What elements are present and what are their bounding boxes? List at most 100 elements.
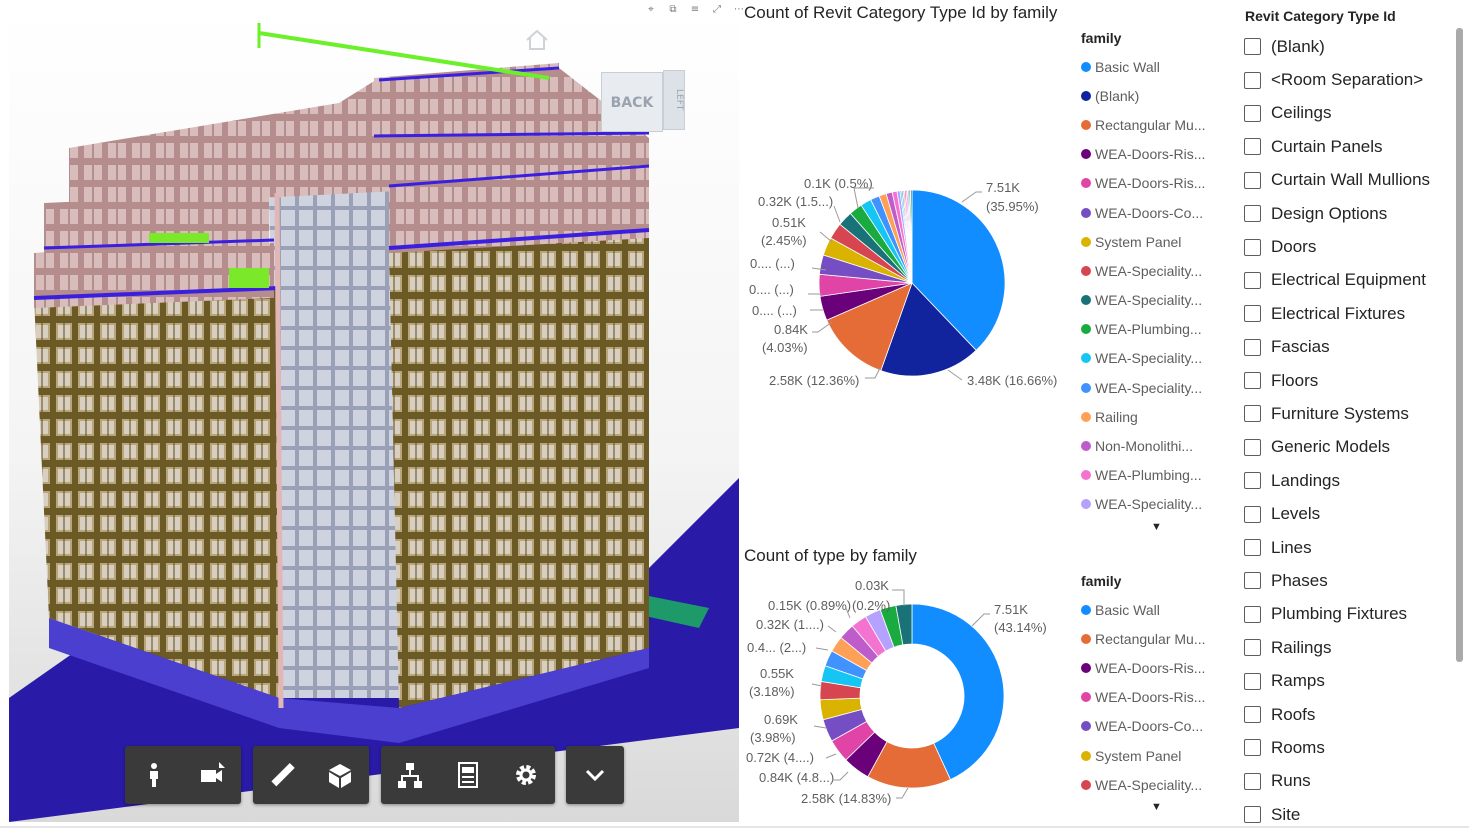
copy-icon[interactable]: ⧉ (664, 2, 682, 18)
pie-legend-item[interactable]: WEA-Plumbing... (1081, 315, 1206, 344)
slicer-checkbox[interactable] (1244, 38, 1261, 56)
slicer-item[interactable]: Generic Models (1240, 431, 1465, 464)
slicer-item[interactable]: Ramps (1240, 664, 1465, 697)
pie-legend-item[interactable]: Railing (1081, 402, 1206, 431)
pie-legend-item[interactable]: Basic Wall (1081, 52, 1206, 81)
view-cube-back-face[interactable]: BACK (601, 72, 663, 132)
measure-button[interactable] (256, 749, 308, 801)
pie-legend-item[interactable]: WEA-Doors-Co... (1081, 198, 1206, 227)
slicer-item[interactable]: Curtain Panels (1240, 130, 1465, 163)
pin-icon[interactable]: ⌖ (642, 2, 660, 18)
pie-legend-dot (1081, 265, 1091, 276)
measure-toolbar-group (253, 746, 369, 804)
slicer-item[interactable]: Runs (1240, 765, 1465, 798)
slicer-checkbox[interactable] (1244, 138, 1261, 156)
slicer-item[interactable]: (Blank) (1240, 30, 1465, 63)
settings-button[interactable] (500, 749, 552, 801)
slicer-item[interactable]: Lines (1240, 531, 1465, 564)
view-cube[interactable]: BACK LEFT (601, 70, 689, 150)
donut-legend-item[interactable]: WEA-Doors-Co... (1081, 712, 1206, 741)
pie-legend-item[interactable]: (Blank) (1081, 81, 1206, 110)
settings-icon (516, 765, 536, 785)
slicer-item[interactable]: Design Options (1240, 197, 1465, 230)
section-box-button[interactable] (314, 749, 366, 801)
slicer-checkbox[interactable] (1244, 71, 1261, 89)
slicer-checkbox[interactable] (1244, 605, 1261, 623)
donut-legend-item[interactable]: WEA-Doors-Ris... (1081, 653, 1206, 682)
slicer-checkbox[interactable] (1244, 806, 1261, 824)
donut-legend-item[interactable]: WEA-Speciality... (1081, 770, 1206, 799)
donut-legend-scroll-down-icon[interactable]: ▼ (1151, 801, 1206, 813)
pie-legend-item[interactable]: WEA-Speciality... (1081, 490, 1206, 519)
model-viewer[interactable]: BACK LEFT (9, 8, 739, 822)
slicer-item[interactable]: Curtain Wall Mullions (1240, 164, 1465, 197)
slicer-checkbox[interactable] (1244, 338, 1261, 356)
pie-legend-item[interactable]: WEA-Doors-Ris... (1081, 169, 1206, 198)
donut-legend-item[interactable]: System Panel (1081, 741, 1206, 770)
slicer-item[interactable]: Railings (1240, 631, 1465, 664)
slicer-item-label: Electrical Fixtures (1271, 303, 1406, 323)
pie-label-small-2: 0.... (...) (749, 282, 794, 297)
pie-legend-dot (1081, 90, 1091, 101)
filter-icon[interactable]: ≡ (686, 2, 704, 18)
slicer-item[interactable]: Fascias (1240, 331, 1465, 364)
slicer-checkbox[interactable] (1244, 271, 1261, 289)
slicer-scrollbar[interactable] (1456, 28, 1463, 662)
slicer-item[interactable]: Furniture Systems (1240, 397, 1465, 430)
model-browser-button[interactable] (384, 749, 436, 801)
view-cube-left-face[interactable]: LEFT (663, 70, 685, 130)
pie-legend-item[interactable]: WEA-Plumbing... (1081, 461, 1206, 490)
pie-legend-scroll-down-icon[interactable]: ▼ (1151, 521, 1206, 533)
slicer-checkbox[interactable] (1244, 171, 1261, 189)
slicer-item[interactable]: Ceilings (1240, 97, 1465, 130)
slicer-checkbox[interactable] (1244, 639, 1261, 657)
pie-legend-item[interactable]: WEA-Speciality... (1081, 256, 1206, 285)
slicer-item[interactable]: Floors (1240, 364, 1465, 397)
slicer-checkbox[interactable] (1244, 238, 1261, 256)
slicer-item[interactable]: Landings (1240, 464, 1465, 497)
slicer-checkbox[interactable] (1244, 305, 1261, 323)
slicer-item[interactable]: Electrical Equipment (1240, 264, 1465, 297)
slicer-item[interactable]: Rooms (1240, 731, 1465, 764)
pie-data-labels: 7.51K (35.95%) 3.48K (16.66%) 2.58K (12.… (749, 176, 1057, 388)
donut-legend-item[interactable]: WEA-Doors-Ris... (1081, 683, 1206, 712)
focus-icon[interactable]: ⤢ (708, 2, 726, 18)
slicer-item[interactable]: <Room Separation> (1240, 63, 1465, 96)
slicer-checkbox[interactable] (1244, 772, 1261, 790)
slicer-item[interactable]: Plumbing Fixtures (1240, 598, 1465, 631)
pie-legend-item[interactable]: Rectangular Mu... (1081, 110, 1206, 139)
expand-toolbar-button[interactable] (569, 749, 621, 801)
slicer-item-label: Floors (1271, 370, 1319, 390)
slicer-item[interactable]: Levels (1240, 497, 1465, 530)
first-person-button[interactable] (128, 749, 180, 801)
slicer-checkbox[interactable] (1244, 405, 1261, 423)
slicer-checkbox[interactable] (1244, 739, 1261, 757)
slicer-item[interactable]: Electrical Fixtures (1240, 297, 1465, 330)
slicer-checkbox[interactable] (1244, 472, 1261, 490)
slicer-checkbox[interactable] (1244, 572, 1261, 590)
pie-legend-item[interactable]: System Panel (1081, 227, 1206, 256)
slicer-checkbox[interactable] (1244, 372, 1261, 390)
pie-legend-item[interactable]: WEA-Doors-Ris... (1081, 140, 1206, 169)
home-icon[interactable] (524, 28, 550, 52)
slicer-checkbox[interactable] (1244, 205, 1261, 223)
slicer-checkbox[interactable] (1244, 438, 1261, 456)
slicer-checkbox[interactable] (1244, 104, 1261, 122)
pie-legend-dot (1081, 470, 1091, 481)
pie-legend-item[interactable]: WEA-Speciality... (1081, 344, 1206, 373)
pie-legend-item[interactable]: Non-Monolithi... (1081, 431, 1206, 460)
slicer-item[interactable]: Phases (1240, 564, 1465, 597)
slicer-item-label: Roofs (1271, 704, 1316, 724)
pie-legend-item[interactable]: WEA-Speciality... (1081, 286, 1206, 315)
camera-button[interactable] (186, 749, 238, 801)
slicer-checkbox[interactable] (1244, 539, 1261, 557)
slicer-checkbox[interactable] (1244, 505, 1261, 523)
pie-legend-item[interactable]: WEA-Speciality... (1081, 373, 1206, 402)
slicer-checkbox[interactable] (1244, 706, 1261, 723)
slicer-checkbox[interactable] (1244, 672, 1261, 690)
properties-button[interactable] (442, 749, 494, 801)
donut-legend-item[interactable]: Rectangular Mu... (1081, 624, 1206, 653)
slicer-item[interactable]: Doors (1240, 230, 1465, 263)
slicer-item[interactable]: Roofs (1240, 698, 1465, 731)
donut-legend-item[interactable]: Basic Wall (1081, 595, 1206, 624)
